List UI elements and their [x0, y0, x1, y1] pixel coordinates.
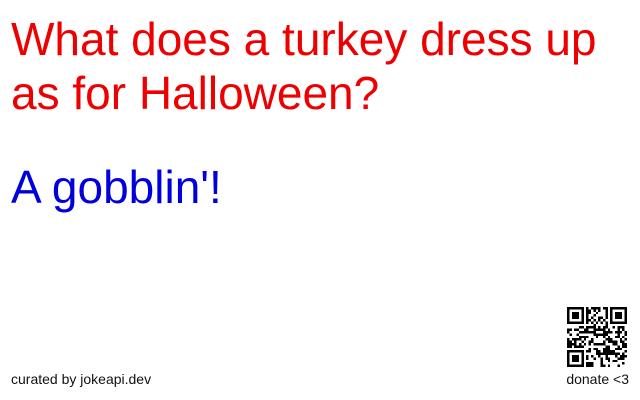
qr-code-icon[interactable] [567, 307, 627, 367]
joke-delivery: A gobblin'! [11, 161, 222, 213]
donate-link[interactable]: donate <3 [566, 371, 629, 387]
joke-setup: What does a turkey dress up as for Hallo… [11, 13, 597, 119]
credit-text: curated by jokeapi.dev [11, 371, 152, 387]
